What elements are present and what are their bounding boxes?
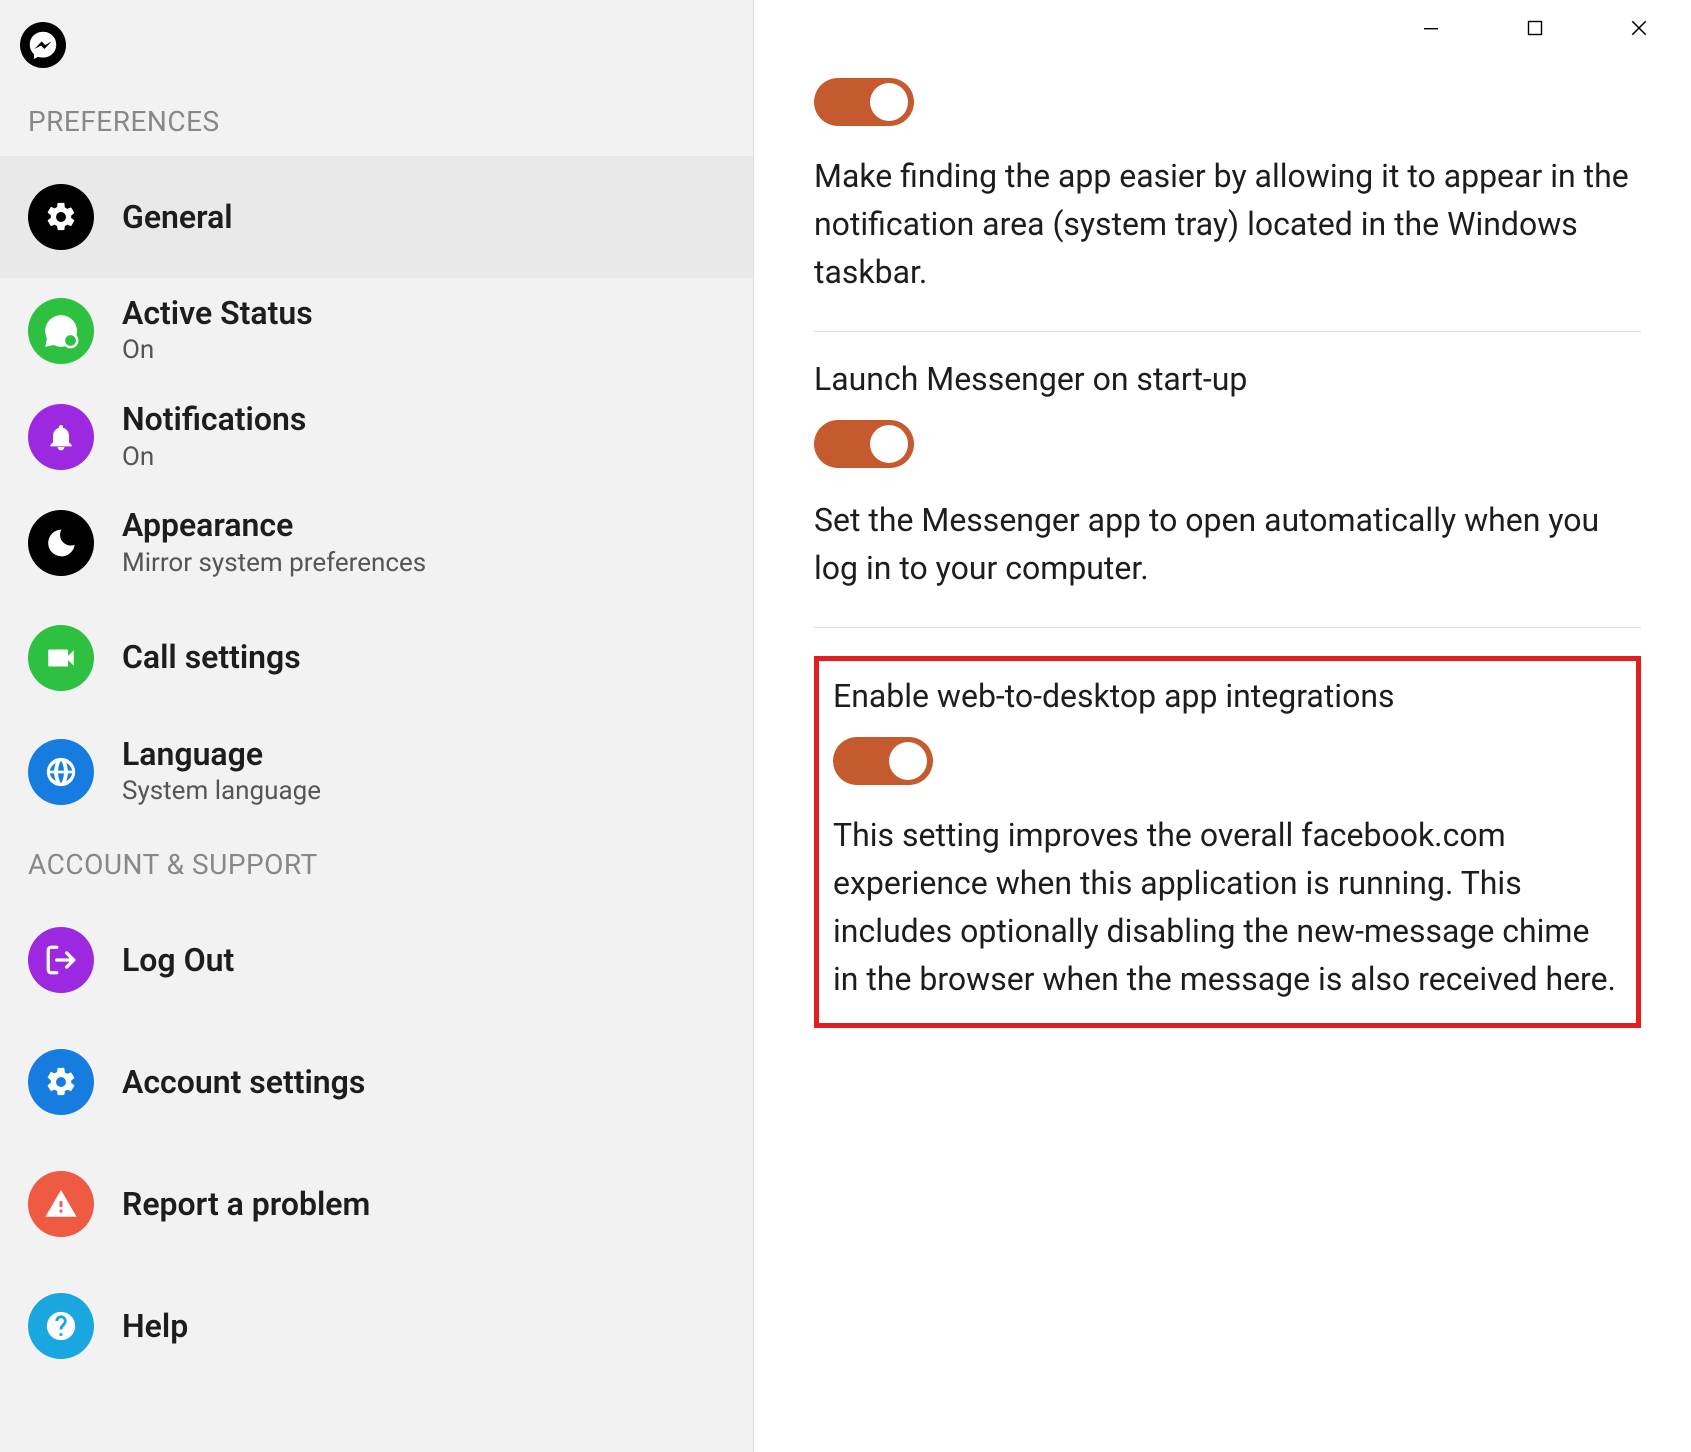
sidebar-item-label: Help bbox=[122, 1307, 188, 1345]
main-content: Make finding the app easier by allowing … bbox=[754, 0, 1691, 1452]
sidebar-item-label: Report a problem bbox=[122, 1185, 370, 1223]
sidebar-item-call-settings[interactable]: Call settings bbox=[0, 597, 753, 719]
window-close-button[interactable] bbox=[1587, 0, 1691, 56]
sidebar-item-help[interactable]: Help bbox=[0, 1265, 753, 1387]
sidebar: PREFERENCES General Active Status On Not… bbox=[0, 0, 754, 1452]
toggle-web-integration[interactable] bbox=[833, 737, 933, 785]
sidebar-item-label: Appearance bbox=[122, 506, 426, 544]
sidebar-item-label: Account settings bbox=[122, 1063, 365, 1101]
window-maximize-button[interactable] bbox=[1483, 0, 1587, 56]
setting-description: Set the Messenger app to open automatica… bbox=[814, 496, 1641, 592]
sidebar-item-general[interactable]: General bbox=[0, 156, 753, 278]
sidebar-item-log-out[interactable]: Log Out bbox=[0, 899, 753, 1021]
messenger-logo-icon bbox=[20, 22, 66, 68]
chat-status-icon bbox=[28, 298, 94, 364]
sidebar-item-sublabel: System language bbox=[122, 775, 321, 809]
warning-icon bbox=[28, 1171, 94, 1237]
sidebar-item-label: Log Out bbox=[122, 941, 234, 979]
setting-system-tray: Make finding the app easier by allowing … bbox=[814, 56, 1641, 332]
sidebar-item-notifications[interactable]: Notifications On bbox=[0, 384, 753, 490]
sidebar-item-sublabel: Mirror system preferences bbox=[122, 547, 426, 581]
gear-icon bbox=[28, 1049, 94, 1115]
window-minimize-button[interactable] bbox=[1379, 0, 1483, 56]
sidebar-item-label: Notifications bbox=[122, 400, 306, 438]
sidebar-item-account-settings[interactable]: Account settings bbox=[0, 1021, 753, 1143]
sidebar-item-sublabel: On bbox=[122, 334, 313, 368]
gear-icon bbox=[28, 184, 94, 250]
section-header-preferences: PREFERENCES bbox=[0, 82, 753, 156]
app-logo-container bbox=[0, 0, 753, 82]
setting-title: Launch Messenger on start-up bbox=[814, 360, 1641, 398]
sidebar-item-label: Call settings bbox=[122, 638, 301, 676]
window-titlebar bbox=[754, 0, 1691, 56]
help-icon bbox=[28, 1293, 94, 1359]
sidebar-item-report-problem[interactable]: Report a problem bbox=[0, 1143, 753, 1265]
sidebar-item-active-status[interactable]: Active Status On bbox=[0, 278, 753, 384]
logout-icon bbox=[28, 927, 94, 993]
toggle-launch-startup[interactable] bbox=[814, 420, 914, 468]
toggle-system-tray[interactable] bbox=[814, 78, 914, 126]
section-header-account: ACCOUNT & SUPPORT bbox=[0, 825, 753, 899]
sidebar-item-language[interactable]: Language System language bbox=[0, 719, 753, 825]
setting-launch-startup: Launch Messenger on start-up Set the Mes… bbox=[814, 332, 1641, 628]
sidebar-item-label: Language bbox=[122, 735, 321, 773]
globe-icon bbox=[28, 739, 94, 805]
moon-icon bbox=[28, 510, 94, 576]
video-icon bbox=[28, 625, 94, 691]
bell-icon bbox=[28, 404, 94, 470]
sidebar-item-appearance[interactable]: Appearance Mirror system preferences bbox=[0, 490, 753, 596]
highlighted-setting-box: Enable web-to-desktop app integrations T… bbox=[814, 656, 1641, 1028]
setting-description: Make finding the app easier by allowing … bbox=[814, 152, 1641, 296]
setting-title: Enable web-to-desktop app integrations bbox=[833, 677, 1622, 715]
sidebar-item-sublabel: On bbox=[122, 441, 306, 475]
setting-description: This setting improves the overall facebo… bbox=[833, 811, 1622, 1003]
sidebar-item-label: Active Status bbox=[122, 294, 313, 332]
sidebar-item-label: General bbox=[122, 198, 233, 236]
